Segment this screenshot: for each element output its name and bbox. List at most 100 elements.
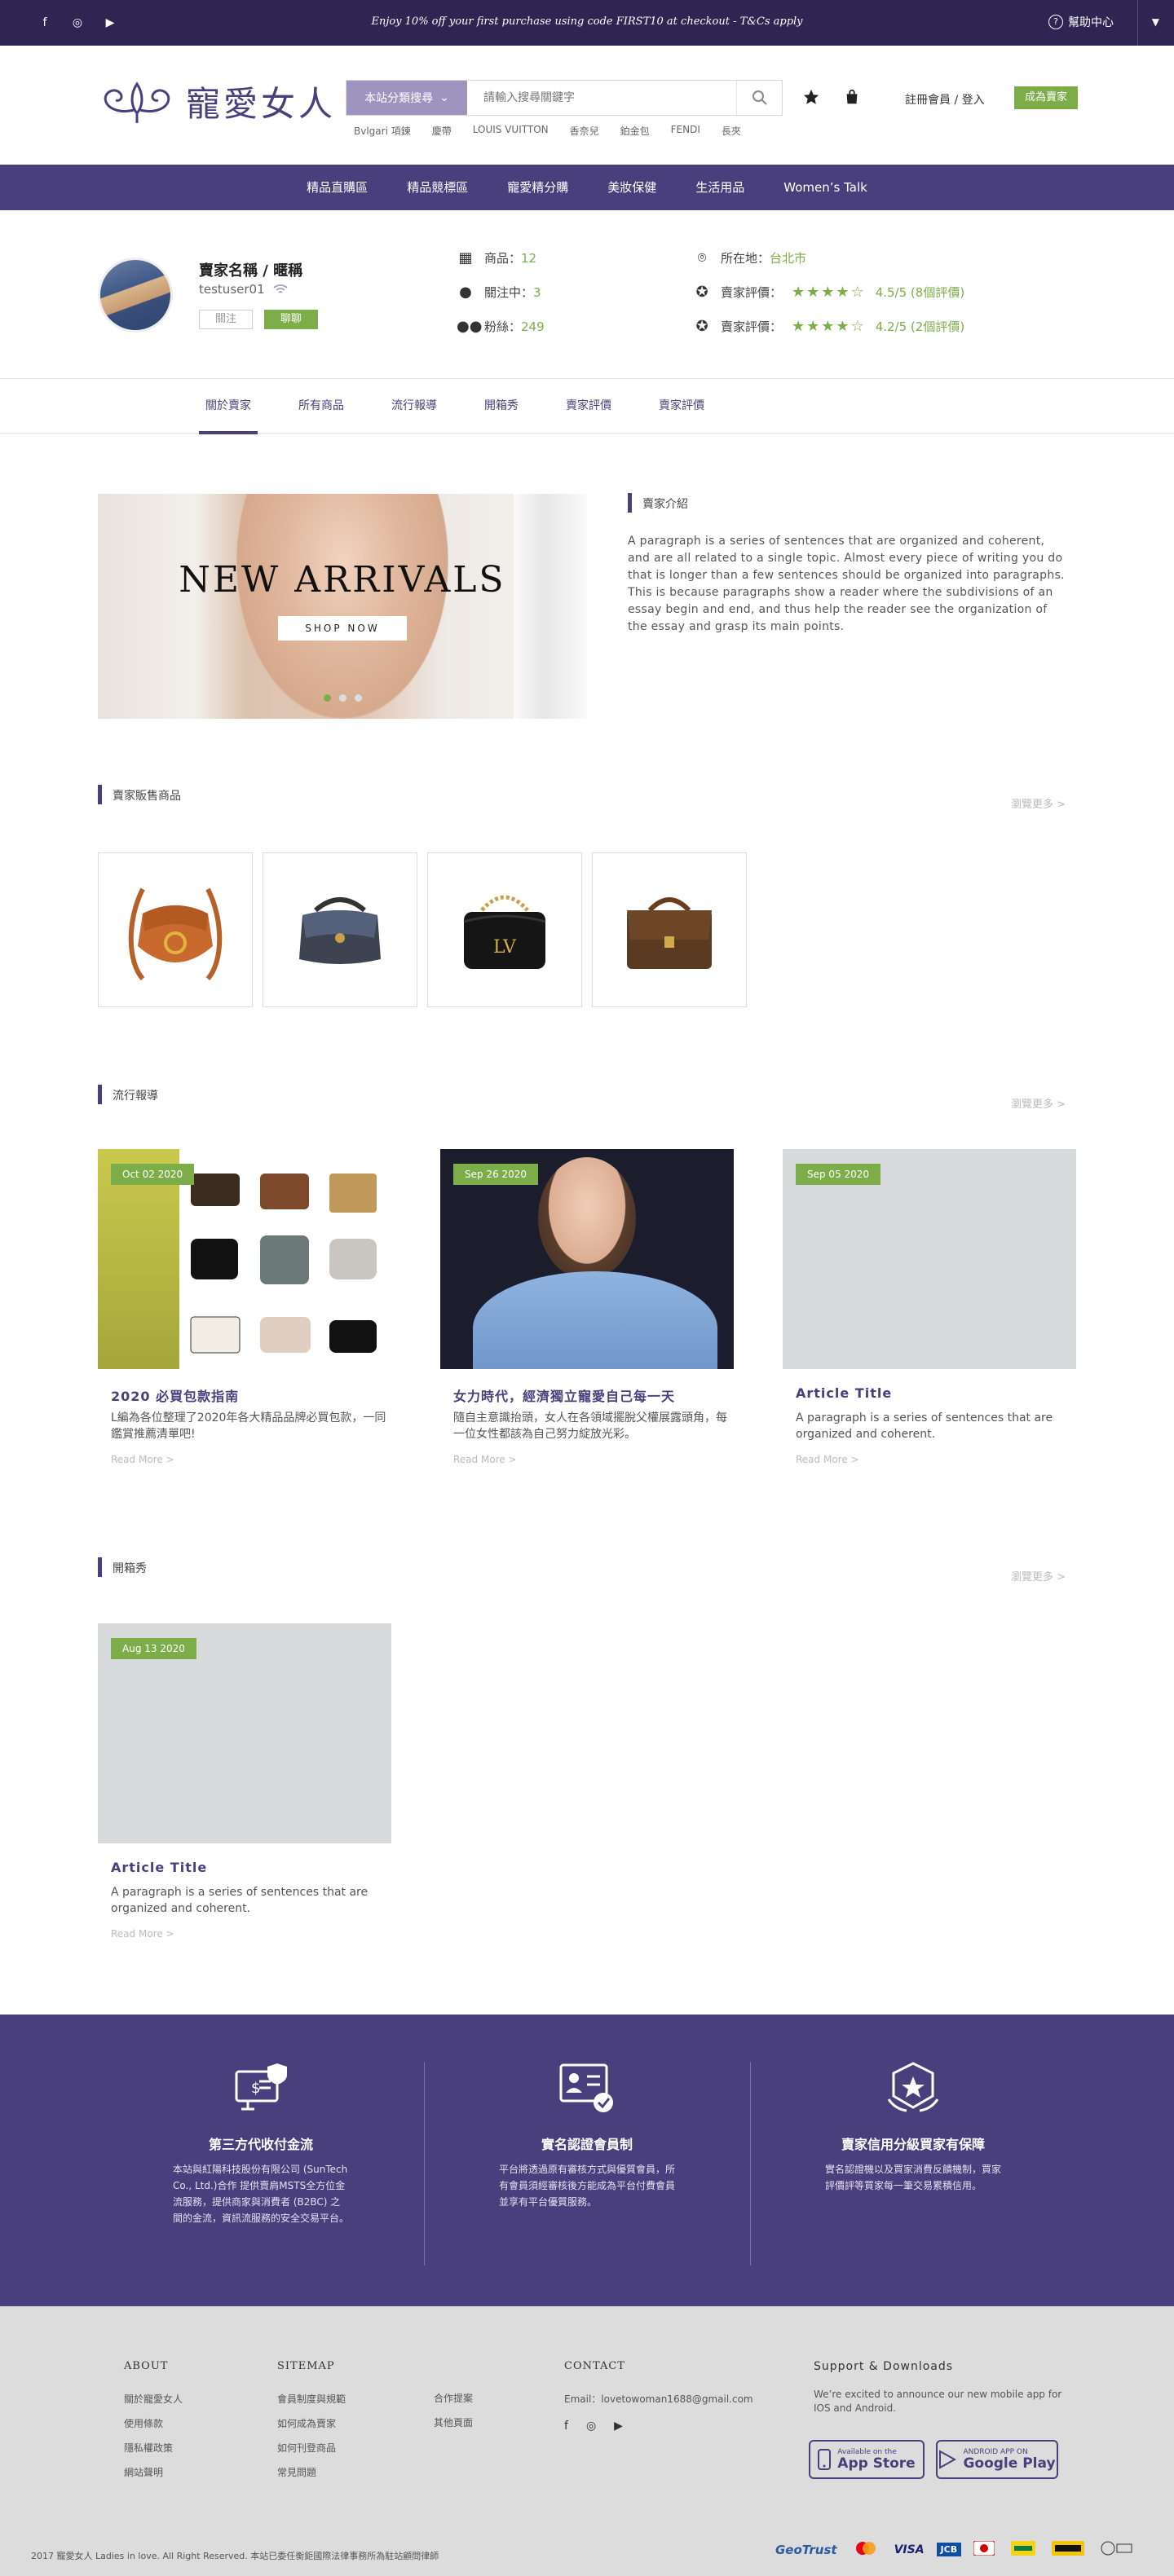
article-date-badge: Sep 26 2020 (453, 1164, 539, 1185)
footer-link[interactable]: 關於寵愛女人 (124, 2387, 183, 2411)
products-more-link[interactable]: 瀏覽更多 > (1011, 795, 1066, 811)
article-image[interactable]: Sep 26 2020 (440, 1149, 734, 1369)
nav-item[interactable]: Women’s Talk (764, 165, 887, 210)
footer-link[interactable]: 使用條款 (124, 2411, 183, 2436)
badge-logo-icon (1097, 2539, 1137, 2560)
follow-button[interactable]: 關注 (199, 310, 253, 329)
tab-about[interactable]: 關於賣家 (199, 378, 258, 434)
nav-item[interactable]: 美妝保健 (588, 165, 676, 210)
facebook-icon[interactable]: f (564, 2420, 568, 2433)
store-icon: ▦ (458, 249, 473, 266)
payment-logos: GeoTrust VISA JCB (771, 2539, 1137, 2560)
read-more-link[interactable]: Read More > (796, 1454, 859, 1465)
unbox-more-link[interactable]: 瀏覽更多 > (1011, 1568, 1066, 1583)
footer-link[interactable]: 會員制度與規範 (277, 2387, 346, 2411)
article-description: 隨自主意識抬頭，女人在各領域擺脫父權展露頭角，每一位女性都該為自己努力綻放光彩。 (453, 1411, 727, 1441)
seller-username: testuser01 (199, 282, 265, 297)
article-title[interactable]: 女力時代，經濟獨立寵愛自己每一天 (453, 1385, 675, 1405)
lv-monogram-bag-image (627, 897, 712, 969)
search-input[interactable] (467, 81, 736, 115)
search-category-select[interactable]: 本站分類搜尋 ⌄ (346, 81, 467, 115)
hot-keyword[interactable]: 長夾 (722, 124, 741, 138)
article-title[interactable]: Article Title (111, 1860, 207, 1875)
login-register-link[interactable]: 註冊會員 / 登入 (905, 91, 985, 108)
read-more-link[interactable]: Read More > (111, 1928, 174, 1940)
tab-unboxing[interactable]: 開箱秀 (478, 378, 525, 434)
contact-email[interactable]: Email：lovetowoman1688@gmail.com (564, 2387, 753, 2411)
carousel-dot[interactable] (323, 694, 331, 702)
instagram-icon[interactable]: ◎ (586, 2420, 596, 2433)
hot-keyword[interactable]: 慶帶 (432, 124, 452, 138)
tab-all-products[interactable]: 所有商品 (292, 378, 351, 434)
google-play-button[interactable]: ANDROID APP ON Google Play (936, 2440, 1058, 2479)
nav-item[interactable]: 寵愛精分購 (488, 165, 588, 210)
product-card[interactable]: LV (427, 852, 582, 1007)
article-title[interactable]: 2020 必買包款指南 (111, 1385, 239, 1405)
hot-keyword[interactable]: 鉑金包 (620, 124, 650, 138)
seller-name: 賣家名稱 / 暱稱 (199, 262, 303, 280)
intro-title: 賣家介紹 (628, 493, 688, 513)
feature-text: 本站與紅陽科技股份有限公司 (SunTech Co., Ltd.)合作 提供賣肩… (173, 2164, 350, 2224)
hot-keyword[interactable]: LOUIS VUITTON (473, 124, 549, 138)
tab-reviews-2[interactable]: 賣家評價 (652, 378, 711, 434)
stat-value: 12 (521, 251, 537, 266)
footer-link[interactable]: 如何成為賣家 (277, 2411, 346, 2436)
promo-banner: Enjoy 10% off your first purchase using … (371, 15, 803, 28)
product-card[interactable] (98, 852, 253, 1007)
carousel-dot[interactable] (354, 694, 362, 702)
article-description: A paragraph is a series of sentences tha… (111, 1886, 369, 1915)
article-image[interactable]: Oct 02 2020 (98, 1149, 391, 1369)
feature-text: 實名認證機以及買家消費反饋機制，買家評價評等買家每一筆交易累積信用。 (825, 2164, 1002, 2191)
banner-carousel[interactable]: NEW ARRIVALS SHOP NOW (98, 494, 587, 719)
footer-link[interactable]: 常見問題 (277, 2460, 346, 2485)
divider (1137, 0, 1138, 46)
nav-item[interactable]: 生活用品 (676, 165, 764, 210)
footer-link[interactable]: 隱私權政策 (124, 2436, 183, 2460)
shopping-bag-icon[interactable] (843, 88, 861, 106)
tab-news[interactable]: 流行報導 (385, 378, 444, 434)
youtube-icon[interactable]: ▶ (614, 2420, 623, 2433)
support-text: We’re excited to announce our new mobile… (814, 2389, 1062, 2414)
stat-fans: ●● 粉絲：249 (457, 318, 545, 335)
read-more-link[interactable]: Read More > (111, 1454, 174, 1465)
footer-contact: CONTACT Email：lovetowoman1688@gmail.com … (564, 2360, 753, 2433)
carousel-dot[interactable] (338, 694, 346, 702)
article-title[interactable]: Article Title (796, 1385, 892, 1401)
article-photo-face (538, 1157, 636, 1279)
product-card[interactable] (592, 852, 747, 1007)
stat-value: 3 (533, 285, 541, 300)
banner-headline: NEW ARRIVALS (179, 559, 506, 601)
article-image-placeholder[interactable]: Aug 13 2020 (98, 1623, 391, 1843)
help-center-link[interactable]: ? 幫助中心 (1048, 14, 1114, 30)
shop-now-button[interactable]: SHOP NOW (278, 616, 407, 641)
article-image-placeholder[interactable]: Sep 05 2020 (783, 1149, 1076, 1369)
footer-link[interactable]: 其他頁面 (434, 2411, 473, 2435)
chevron-down-icon[interactable]: ▼ (1152, 16, 1159, 28)
become-seller-button[interactable]: 成為賣家 (1014, 86, 1078, 109)
site-logo[interactable]: 寵愛女人 (101, 77, 336, 126)
nav-item[interactable]: 精品競標區 (387, 165, 488, 210)
search-button[interactable] (736, 81, 782, 115)
news-more-link[interactable]: 瀏覽更多 > (1011, 1095, 1066, 1111)
chevron-down-icon: ⌄ (439, 91, 449, 104)
tab-reviews[interactable]: 賣家評價 (559, 378, 618, 434)
article-date-badge: Aug 13 2020 (111, 1638, 196, 1659)
chat-button[interactable]: 聊聊 (264, 310, 318, 329)
footer-link[interactable]: 網站聲明 (124, 2460, 183, 2485)
hot-keyword[interactable]: Bvlgari 項鍊 (354, 124, 411, 138)
footer-heading: CONTACT (564, 2360, 625, 2372)
seller-avatar (98, 258, 173, 332)
app-store-button[interactable]: Available on the App Store (809, 2440, 925, 2479)
read-more-link[interactable]: Read More > (453, 1454, 517, 1465)
star-favorites-icon[interactable] (802, 88, 820, 106)
search-icon (752, 90, 767, 105)
article-date-badge: Sep 05 2020 (796, 1164, 881, 1185)
hot-keyword[interactable]: FENDI (671, 124, 700, 138)
user-icon: ● (459, 284, 472, 301)
footer-link[interactable]: 如何刊登商品 (277, 2436, 346, 2460)
footer-link[interactable]: 合作提案 (434, 2386, 473, 2411)
product-card[interactable] (263, 852, 417, 1007)
logo-text: 寵愛女人 (186, 84, 337, 124)
hot-keyword[interactable]: 香奈兒 (570, 124, 599, 138)
nav-item[interactable]: 精品直購區 (287, 165, 387, 210)
